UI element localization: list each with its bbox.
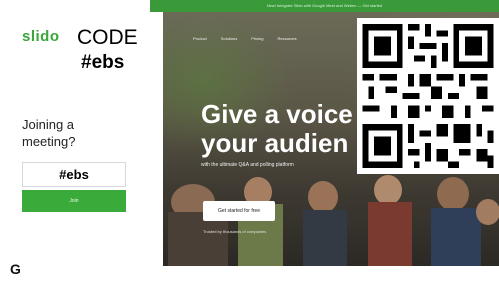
google-icon: G	[10, 261, 21, 277]
nav-pricing[interactable]: Pricing	[251, 36, 263, 41]
nav-resources[interactable]: Resources	[278, 36, 297, 41]
hero-headline: Give a voice your audien	[201, 100, 353, 158]
hero-subline: with the ultimate Q&A and polling platfo…	[201, 162, 294, 168]
joining-heading: Joining a meeting?	[22, 117, 76, 149]
nav-solutions[interactable]: Solutions	[221, 36, 237, 41]
join-button[interactable]: Join	[22, 190, 126, 212]
event-code-input[interactable]: #ebs	[22, 162, 126, 187]
qr-code-icon	[357, 18, 499, 174]
join-panel: slido CODE #ebs Joining a meeting? #ebs …	[0, 12, 150, 282]
headline-line-2: your audien	[201, 128, 349, 158]
qr-code	[357, 18, 499, 174]
slido-logo: slido	[22, 28, 60, 45]
get-started-button[interactable]: Get started for free	[203, 201, 275, 221]
top-banner[interactable]: New! Integrate Slido with Google Meet an…	[150, 0, 499, 12]
trust-note: Trusted by thousands of companies	[203, 229, 267, 234]
hero-nav: Product Solutions Pricing Resources	[193, 36, 297, 41]
nav-product[interactable]: Product	[193, 36, 207, 41]
code-label: CODE	[77, 26, 138, 49]
event-code: #ebs	[81, 52, 125, 73]
headline-line-1: Give a voice	[201, 99, 353, 129]
